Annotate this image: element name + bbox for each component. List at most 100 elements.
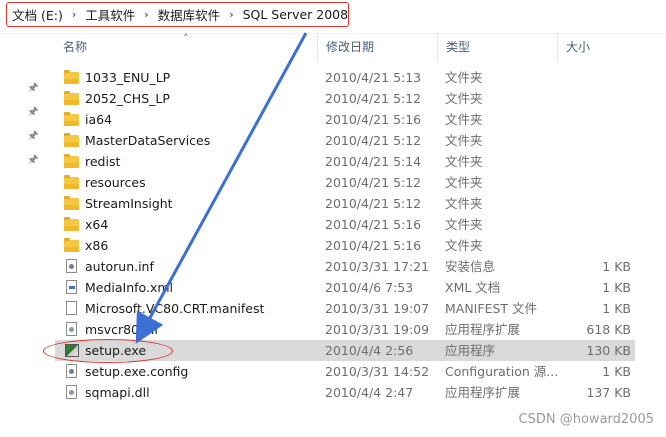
list-item[interactable]: 1033_ENU_LP 2010/4/21 5:13 文件夹 [55, 67, 635, 88]
file-type: 文件夹 [445, 112, 483, 127]
file-modified: 2010/4/21 5:16 [325, 112, 422, 127]
file-type: 应用程序扩展 [445, 385, 521, 400]
file-name: Microsoft.VC80.CRT.manifest [85, 301, 265, 316]
file-modified: 2010/4/4 2:47 [325, 385, 414, 400]
file-name: x64 [85, 217, 109, 232]
file-modified: 2010/3/31 17:21 [325, 259, 430, 274]
file-type: MANIFEST 文件 [445, 301, 538, 316]
list-item[interactable]: redist 2010/4/21 5:14 文件夹 [55, 151, 635, 172]
inf-file-icon [64, 259, 80, 274]
dll-file-icon [64, 322, 80, 337]
file-size [555, 88, 631, 109]
file-modified: 2010/4/21 5:16 [325, 217, 422, 232]
file-type: 文件夹 [445, 70, 483, 85]
column-header-modified[interactable]: 修改日期 [317, 33, 437, 61]
file-type: Configuration 源... [445, 364, 559, 379]
list-item[interactable]: autorun.inf 2010/3/31 17:21 安装信息 1 KB [55, 256, 635, 277]
column-header: 名称 修改日期 类型 大小 [55, 33, 666, 61]
file-name: sqmapi.dll [85, 385, 150, 400]
file-size: 1 KB [602, 301, 631, 316]
file-size [555, 151, 631, 172]
list-item[interactable]: x64 2010/4/21 5:16 文件夹 [55, 214, 635, 235]
file-size [555, 193, 631, 214]
file-modified: 2010/4/21 5:13 [325, 70, 422, 85]
manifest-file-icon [64, 301, 80, 316]
file-size: 1 KB [602, 259, 631, 274]
list-item[interactable]: sqmapi.dll 2010/4/4 2:47 应用程序扩展 137 KB [55, 382, 635, 403]
column-header-size[interactable]: 大小 [557, 33, 666, 61]
file-name: x86 [85, 238, 109, 253]
file-name: 1033_ENU_LP [85, 70, 171, 85]
file-size [555, 214, 631, 235]
file-name: 2052_CHS_LP [85, 91, 170, 106]
list-item[interactable]: StreamInsight 2010/4/21 5:12 文件夹 [55, 193, 635, 214]
explorer-window: 文档 (E:) › 工具软件 › 数据库软件 › SQL Server 2008… [0, 0, 666, 437]
file-modified: 2010/3/31 19:07 [325, 301, 430, 316]
file-size: 1 KB [602, 364, 631, 379]
file-name: autorun.inf [85, 259, 154, 274]
file-size: 130 KB [586, 343, 631, 358]
file-type: 应用程序 [445, 343, 496, 358]
list-item[interactable]: x86 2010/4/21 5:16 文件夹 [55, 235, 635, 256]
folder-icon [64, 133, 80, 148]
file-size: 618 KB [586, 322, 631, 337]
list-item[interactable]: msvcr80.dll 2010/3/31 19:09 应用程序扩展 618 K… [55, 319, 635, 340]
file-name: setup.exe.config [85, 364, 189, 379]
xml-file-icon [64, 280, 80, 295]
folder-icon [64, 175, 80, 190]
file-type: 文件夹 [445, 238, 483, 253]
file-type: 文件夹 [445, 154, 483, 169]
file-size [555, 130, 631, 151]
pin-icon[interactable]: 🖈 [26, 152, 40, 166]
file-type: XML 文档 [445, 280, 501, 295]
column-header-type[interactable]: 类型 [437, 33, 557, 61]
file-modified: 2010/3/31 19:09 [325, 322, 430, 337]
config-file-icon [64, 364, 80, 379]
file-name: StreamInsight [85, 196, 173, 211]
list-item[interactable]: resources 2010/4/21 5:12 文件夹 [55, 172, 635, 193]
list-item[interactable]: MediaInfo.xml 2010/4/6 7:53 XML 文档 1 KB [55, 277, 635, 298]
file-size [555, 109, 631, 130]
file-size [555, 67, 631, 88]
file-modified: 2010/4/4 2:56 [325, 343, 414, 358]
folder-icon [64, 196, 80, 211]
pin-icon[interactable]: 🖈 [26, 128, 40, 142]
file-modified: 2010/4/21 5:16 [325, 238, 422, 253]
folder-icon [64, 112, 80, 127]
file-name: redist [85, 154, 121, 169]
folder-icon [64, 154, 80, 169]
pin-icon[interactable]: 🖈 [26, 80, 40, 94]
file-modified: 2010/4/21 5:12 [325, 196, 422, 211]
file-name: msvcr80.dll [85, 322, 158, 337]
list-item[interactable]: ia64 2010/4/21 5:16 文件夹 [55, 109, 635, 130]
file-modified: 2010/4/21 5:12 [325, 91, 422, 106]
file-type: 文件夹 [445, 196, 483, 211]
file-modified: 2010/4/21 5:12 [325, 175, 422, 190]
file-type: 文件夹 [445, 91, 483, 106]
address-bar[interactable]: 文档 (E:) › 工具软件 › 数据库软件 › SQL Server 2008 [0, 0, 666, 34]
list-item[interactable]: 2052_CHS_LP 2010/4/21 5:12 文件夹 [55, 88, 635, 109]
file-size: 1 KB [602, 280, 631, 295]
file-type: 应用程序扩展 [445, 322, 521, 337]
file-size [555, 172, 631, 193]
file-type: 文件夹 [445, 175, 483, 190]
file-name: MediaInfo.xml [85, 280, 174, 295]
pin-icon[interactable]: 🖈 [26, 104, 40, 118]
file-modified: 2010/4/21 5:12 [325, 133, 422, 148]
file-type: 安装信息 [445, 259, 496, 274]
list-item[interactable]: MasterDataServices 2010/4/21 5:12 文件夹 [55, 130, 635, 151]
list-item[interactable]: setup.exe.config 2010/3/31 14:52 Configu… [55, 361, 635, 382]
file-size: 137 KB [586, 385, 631, 400]
watermark: CSDN @howard2005 [518, 412, 654, 427]
file-name: resources [85, 175, 146, 190]
file-type: 文件夹 [445, 217, 483, 232]
file-name: MasterDataServices [85, 133, 211, 148]
list-item[interactable]: Microsoft.VC80.CRT.manifest 2010/3/31 19… [55, 298, 635, 319]
sort-ascending-icon: ˄ [183, 32, 189, 45]
folder-icon [64, 238, 80, 253]
folder-icon [64, 70, 80, 85]
dll-file-icon [64, 385, 80, 400]
file-size [555, 235, 631, 256]
file-modified: 2010/3/31 14:52 [325, 364, 430, 379]
file-type: 文件夹 [445, 133, 483, 148]
